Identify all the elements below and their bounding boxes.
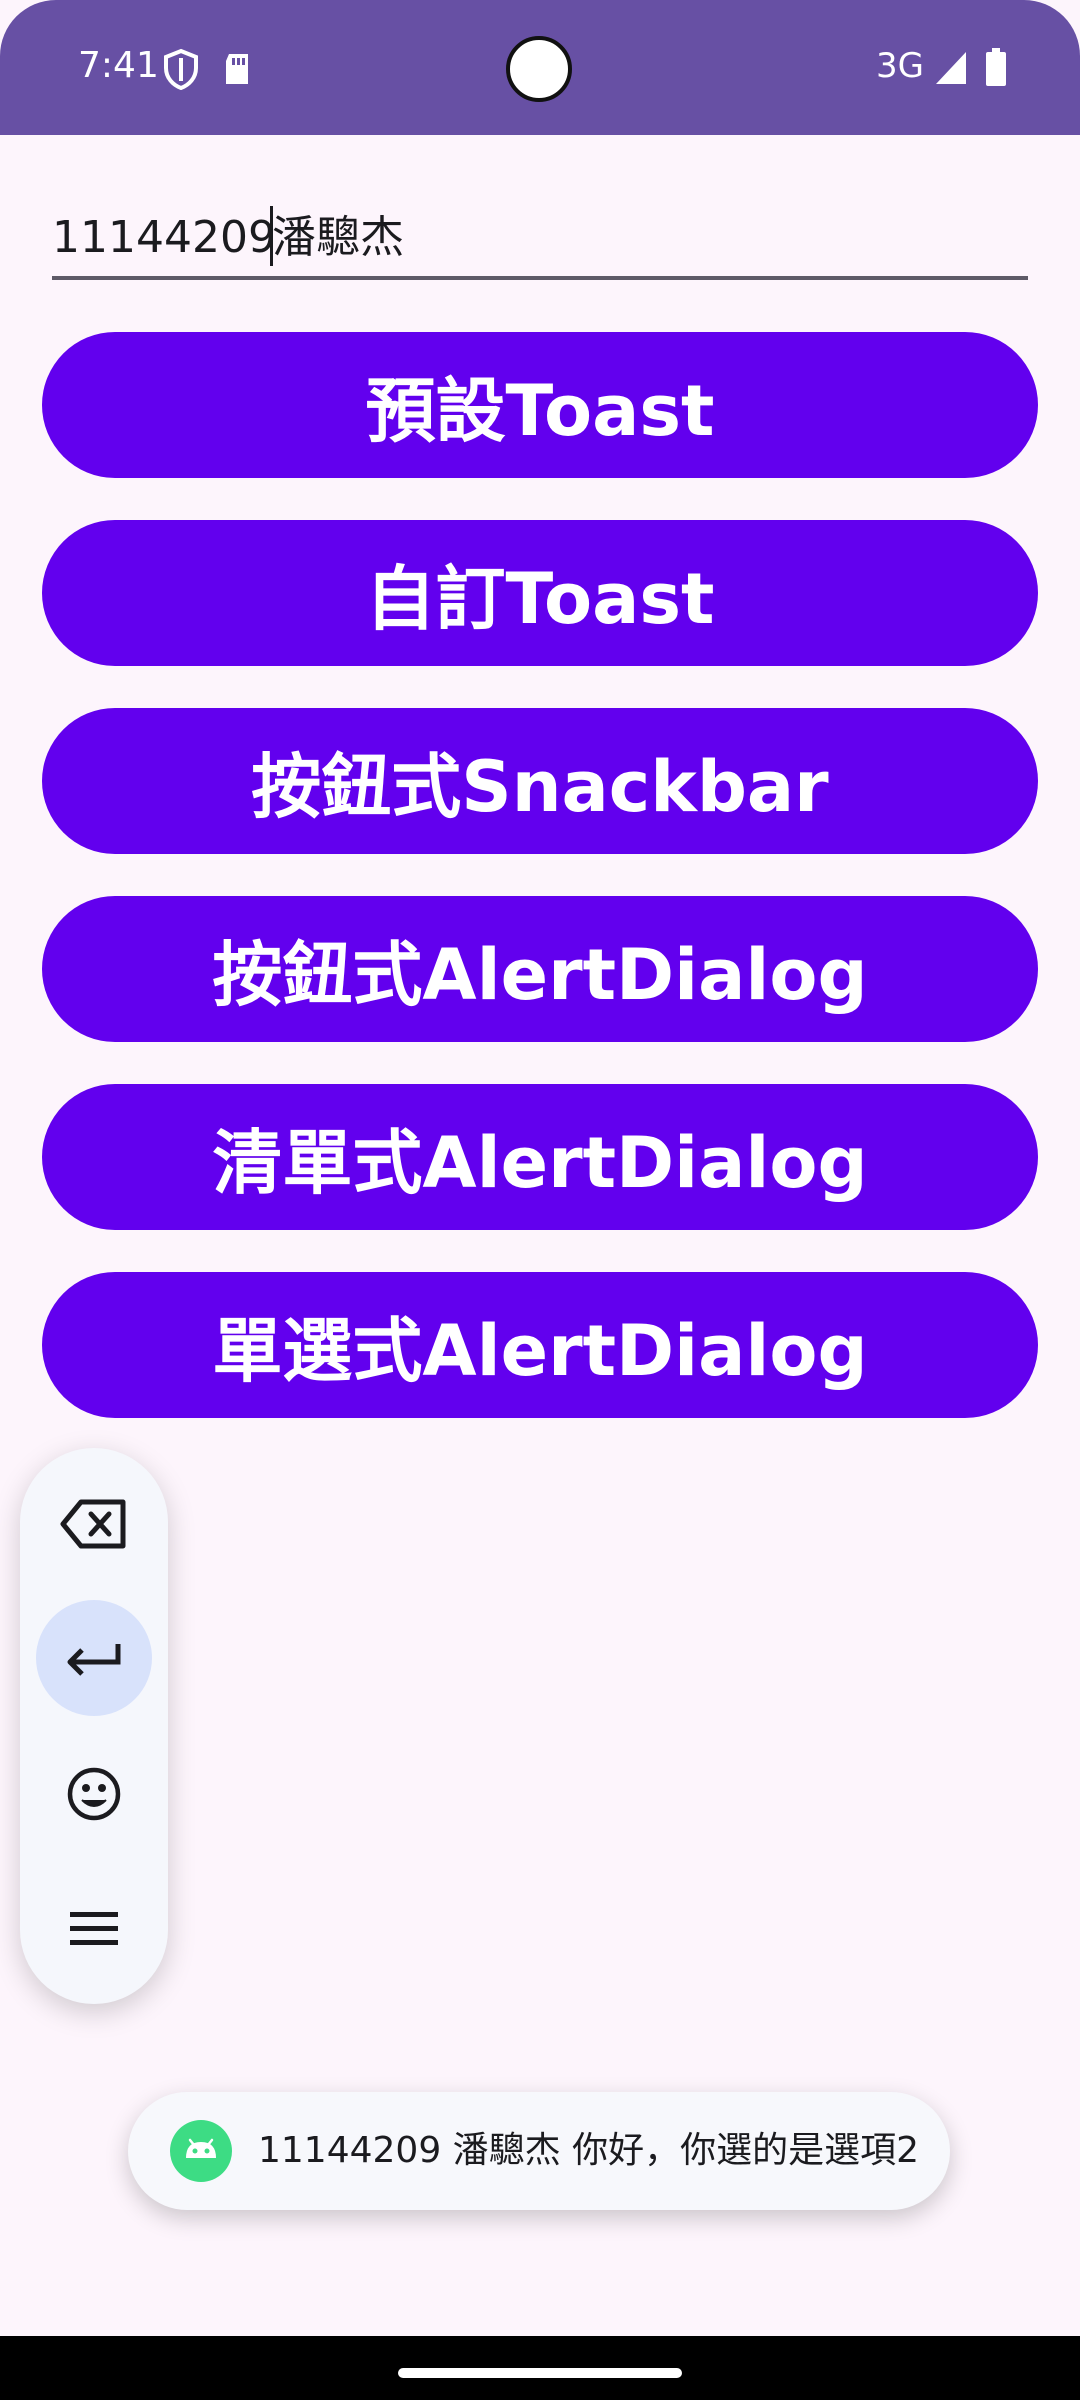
- name-input[interactable]: 11144209 潘驄杰: [52, 196, 1028, 280]
- shield-icon: [164, 48, 198, 90]
- input-text-id: 11144209: [52, 212, 276, 263]
- enter-button[interactable]: [36, 1600, 152, 1716]
- menu-button[interactable]: [36, 1870, 152, 1986]
- default-toast-button[interactable]: 預設Toast: [42, 332, 1038, 478]
- toast-text: 11144209 潘驄杰 你好，你選的是選項2: [258, 2130, 920, 2171]
- emoji-icon: [67, 1767, 121, 1821]
- battery-icon: [986, 48, 1006, 86]
- menu-icon: [70, 1912, 118, 1945]
- navigation-bar: [0, 2336, 1080, 2400]
- status-bar: 7:41 3G: [0, 0, 1080, 135]
- backspace-icon: [60, 1499, 126, 1549]
- toast-message: 11144209 潘驄杰 你好，你選的是選項2: [128, 2092, 950, 2210]
- emoji-button[interactable]: [36, 1736, 152, 1852]
- backspace-button[interactable]: [36, 1466, 152, 1582]
- snackbar-button[interactable]: 按鈕式Snackbar: [42, 708, 1038, 854]
- single-choice-alert-dialog-button[interactable]: 單選式AlertDialog: [42, 1272, 1038, 1418]
- signal-icon: [936, 52, 966, 84]
- android-icon: [170, 2120, 232, 2182]
- list-alert-dialog-button[interactable]: 清單式AlertDialog: [42, 1084, 1038, 1230]
- enter-icon: [67, 1644, 121, 1676]
- keyboard-floating-toolbar: [20, 1448, 168, 2004]
- alert-dialog-button[interactable]: 按鈕式AlertDialog: [42, 896, 1038, 1042]
- camera-cutout: [506, 36, 572, 102]
- network-type: 3G: [876, 46, 924, 86]
- input-text-name: 潘驄杰: [272, 212, 404, 263]
- custom-toast-button[interactable]: 自訂Toast: [42, 520, 1038, 666]
- status-time: 7:41: [78, 45, 159, 86]
- sd-card-icon: [226, 54, 248, 84]
- home-gesture-handle[interactable]: [398, 2368, 682, 2378]
